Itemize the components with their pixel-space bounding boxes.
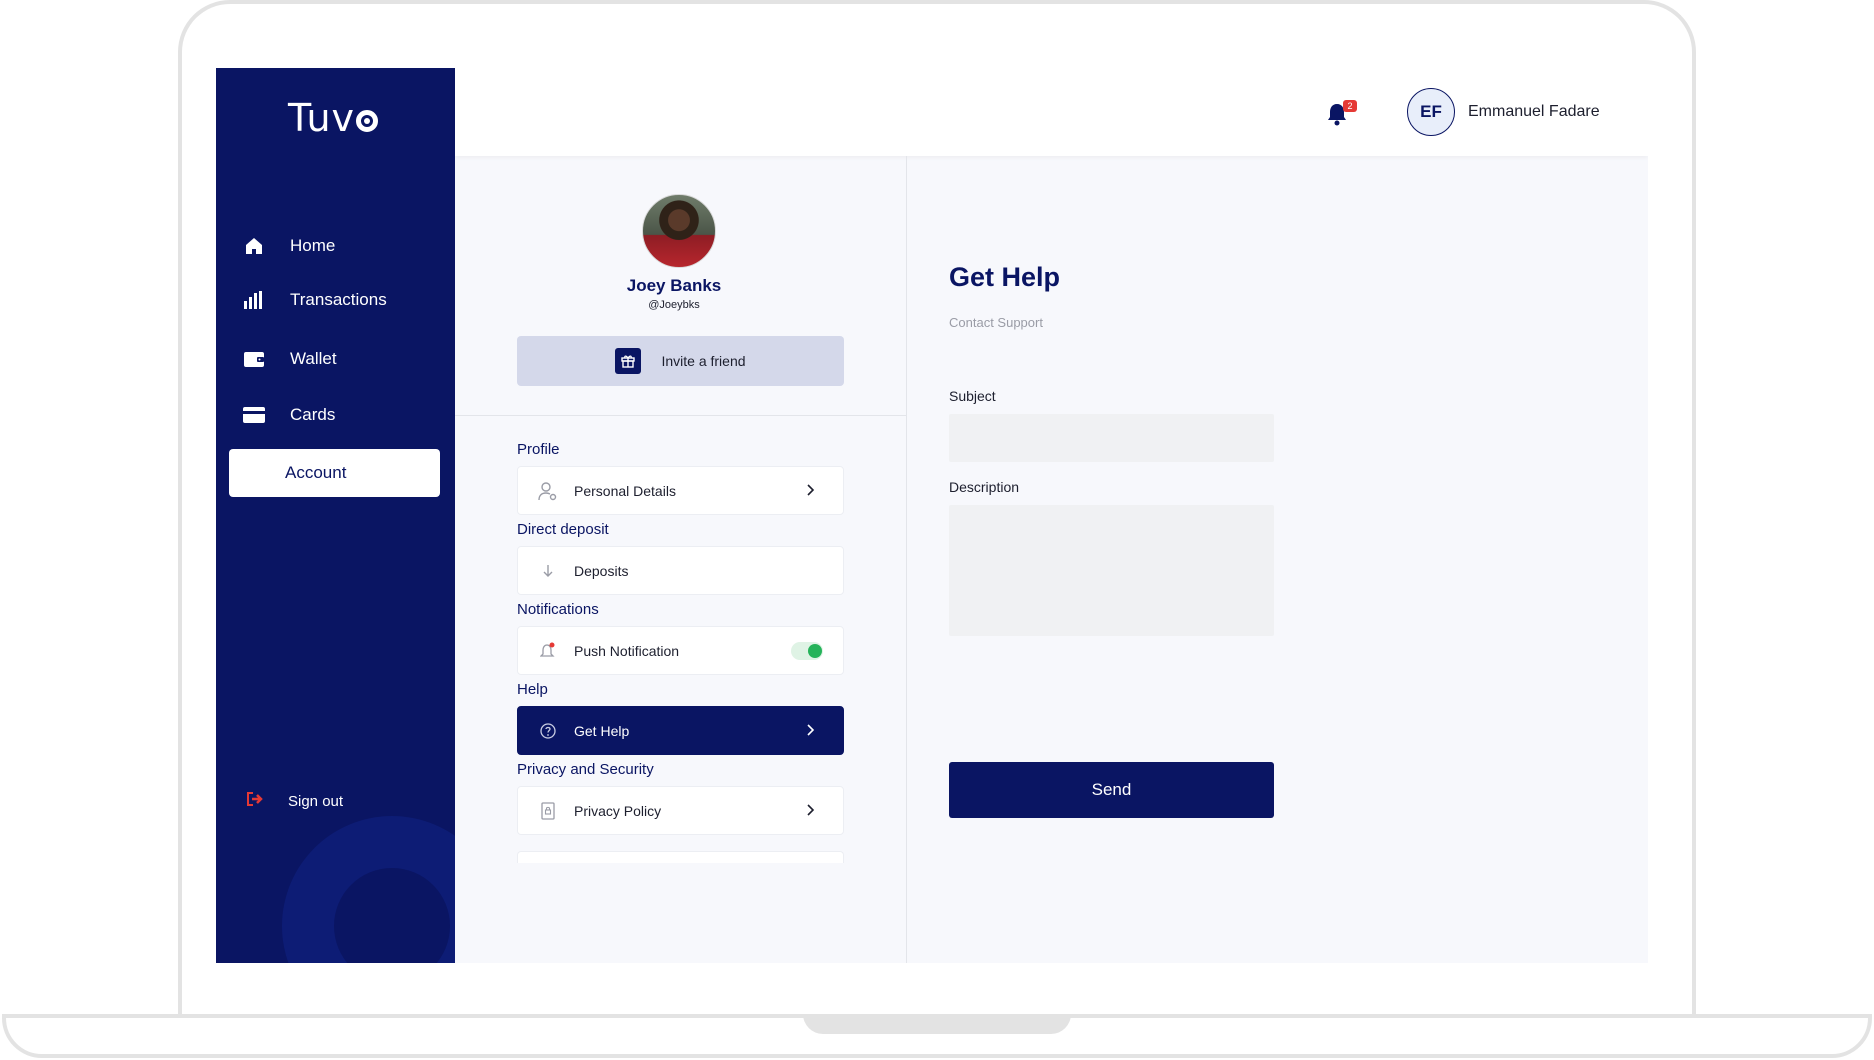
notification-badge: 2 xyxy=(1343,100,1357,112)
page-subtitle: Contact Support xyxy=(949,315,1043,330)
account-settings-panel: Joey Banks @Joeybks Invite a friend Prof… xyxy=(455,156,907,963)
bar-chart-icon xyxy=(242,291,266,309)
sidebar-item-label: Account xyxy=(285,463,347,482)
privacy-policy-row[interactable]: Privacy Policy xyxy=(517,786,844,835)
privacy-policy-label: Privacy Policy xyxy=(574,802,662,819)
personal-details-label: Personal Details xyxy=(574,482,676,499)
sidebar-item-label: Cards xyxy=(290,405,336,424)
avatar[interactable]: EF xyxy=(1407,88,1455,136)
sidebar-item-label: Transactions xyxy=(290,290,387,309)
sidebar-item-home[interactable]: Home xyxy=(229,222,440,270)
chevron-right-icon xyxy=(807,803,815,819)
sidebar-item-label: Wallet xyxy=(290,349,337,368)
subject-input[interactable] xyxy=(949,414,1274,462)
invite-friend-label: Invite a friend xyxy=(661,353,746,369)
top-header: 2 EF Emmanuel Fadare xyxy=(455,68,1648,156)
profile-photo xyxy=(642,194,716,268)
home-icon xyxy=(242,237,266,255)
app-logo[interactable]: Tuv xyxy=(288,96,379,140)
sidebar-item-transactions[interactable]: Transactions xyxy=(229,276,440,324)
section-title-notifications: Notifications xyxy=(517,601,599,618)
description-textarea[interactable] xyxy=(949,505,1274,636)
sidebar-item-label: Home xyxy=(290,236,336,255)
sign-out-label: Sign out xyxy=(288,792,344,810)
get-help-label: Get Help xyxy=(574,722,630,739)
get-help-row[interactable]: Get Help xyxy=(517,706,844,755)
send-button[interactable]: Send xyxy=(949,762,1274,818)
sidebar: Tuv Home Transactions Wallet Cards Accou… xyxy=(216,68,455,963)
push-notification-row: Push Notification xyxy=(517,626,844,675)
chevron-right-icon xyxy=(807,483,815,499)
deposits-label: Deposits xyxy=(574,562,629,579)
profile-name: Joey Banks xyxy=(626,276,722,295)
sidebar-item-cards[interactable]: Cards xyxy=(229,391,440,439)
personal-details-row[interactable]: Personal Details xyxy=(517,466,844,515)
deposits-row[interactable]: Deposits xyxy=(517,546,844,595)
list-item[interactable] xyxy=(517,851,844,863)
user-name[interactable]: Emmanuel Fadare xyxy=(1468,103,1600,121)
section-title-help: Help xyxy=(517,681,548,698)
subject-label: Subject xyxy=(949,388,996,404)
question-circle-icon xyxy=(538,722,558,739)
bell-alert-icon xyxy=(538,642,558,660)
sidebar-item-wallet[interactable]: Wallet xyxy=(229,335,440,383)
sign-out-button[interactable]: Sign out xyxy=(246,792,343,810)
page-title: Get Help xyxy=(949,262,1061,292)
app-screen: Tuv Home Transactions Wallet Cards Accou… xyxy=(216,68,1648,963)
section-title-direct-deposit: Direct deposit xyxy=(517,521,609,538)
chevron-right-icon xyxy=(807,723,815,739)
profile-handle: @Joeybks xyxy=(648,299,700,311)
card-icon xyxy=(242,407,266,423)
push-notification-label: Push Notification xyxy=(574,642,680,659)
document-lock-icon xyxy=(538,801,558,820)
sign-out-icon xyxy=(246,792,264,810)
wallet-icon xyxy=(242,351,266,367)
description-label: Description xyxy=(949,479,1020,495)
user-settings-icon xyxy=(538,481,558,501)
section-title-privacy: Privacy and Security xyxy=(517,761,654,778)
divider xyxy=(455,415,907,416)
invite-friend-button[interactable]: Invite a friend xyxy=(517,336,844,386)
get-help-panel: Get Help Contact Support Subject Descrip… xyxy=(907,156,1648,963)
section-title-profile: Profile xyxy=(517,441,560,458)
push-notification-toggle[interactable] xyxy=(791,641,823,660)
laptop-notch xyxy=(803,1014,1071,1034)
sidebar-item-account[interactable]: Account xyxy=(229,449,440,497)
arrow-down-icon xyxy=(538,564,558,578)
gift-icon xyxy=(615,348,642,374)
